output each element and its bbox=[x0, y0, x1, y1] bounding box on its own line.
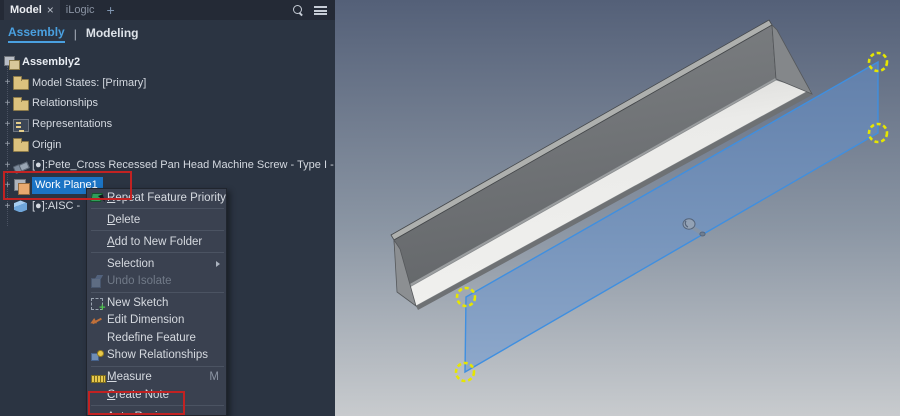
tab-model-label: Model bbox=[10, 4, 42, 16]
dim-icon bbox=[91, 314, 104, 327]
browser-view-tabs: Assembly | Modeling bbox=[0, 20, 335, 48]
menu-item-undo-isolate: Undo Isolate bbox=[87, 272, 226, 289]
menu-item-label: Show Relationships bbox=[107, 349, 209, 362]
menu-item-redefine-feature[interactable]: Redefine Feature bbox=[87, 329, 226, 346]
menu-item-label: Delete bbox=[107, 213, 141, 226]
tree-row-relationships[interactable]: + Relationships bbox=[0, 93, 335, 114]
graphics-viewport[interactable] bbox=[335, 0, 900, 416]
tree-item-label: Assembly2 bbox=[22, 56, 81, 69]
tree-row-assembly2[interactable]: Assembly2 bbox=[0, 52, 335, 73]
tree-item-label: [●]:AISC - bbox=[32, 200, 81, 213]
menu-separator bbox=[91, 208, 224, 210]
submenu-arrow-icon bbox=[216, 260, 220, 267]
tab-ilogic-label: iLogic bbox=[65, 4, 95, 16]
menu-item-label: Edit Dimension bbox=[107, 314, 185, 327]
expand-toggle-icon[interactable]: + bbox=[2, 160, 13, 171]
view-tab-separator: | bbox=[73, 27, 77, 41]
tab-assembly[interactable]: Assembly bbox=[8, 25, 65, 43]
tree-item-label: Model States: [Primary] bbox=[32, 76, 147, 89]
assembly-icon bbox=[3, 54, 20, 71]
document-tab-bar: Model × iLogic + bbox=[0, 0, 335, 20]
menu-separator bbox=[91, 291, 224, 293]
context-menu: Repeat Feature Priority Delete Add to Ne… bbox=[86, 188, 227, 416]
sketch-icon bbox=[90, 297, 106, 314]
menu-item-label: Measure bbox=[107, 371, 152, 384]
menu-item-delete[interactable]: Delete bbox=[87, 211, 226, 228]
rel-icon bbox=[90, 349, 104, 362]
menu-item-label: Redefine Feature bbox=[107, 331, 196, 344]
undoiso-icon bbox=[90, 275, 104, 288]
expand-toggle-icon[interactable]: + bbox=[2, 98, 13, 109]
annotation-red-box-autoresize bbox=[88, 391, 185, 415]
menu-item-shortcut: M bbox=[209, 371, 219, 384]
tree-item-label: Relationships bbox=[32, 97, 99, 110]
scene-svg bbox=[390, 19, 889, 383]
repr-icon bbox=[13, 118, 29, 132]
search-icon[interactable] bbox=[293, 4, 304, 16]
inventor-window: Model × iLogic + Assembly | Modeling Ass… bbox=[0, 0, 900, 416]
annotation-red-box-workplane bbox=[3, 171, 132, 200]
menu-item-add-to-new-folder[interactable]: Add to New Folder bbox=[87, 233, 226, 250]
folder-icon bbox=[13, 96, 29, 111]
folder-icon bbox=[13, 76, 29, 91]
screw-tip bbox=[699, 231, 706, 237]
menu-separator bbox=[91, 230, 224, 232]
new-tab-button[interactable]: + bbox=[101, 2, 121, 18]
expand-toggle-icon[interactable]: + bbox=[2, 119, 13, 130]
menu-item-label: New Sketch bbox=[107, 297, 169, 310]
menu-item-selection[interactable]: Selection bbox=[87, 255, 226, 272]
expand-toggle-icon[interactable]: + bbox=[2, 77, 13, 88]
menu-separator bbox=[91, 252, 224, 254]
menu-separator bbox=[91, 365, 224, 367]
cube-icon bbox=[13, 198, 29, 214]
model-browser-panel: Model × iLogic + Assembly | Modeling Ass… bbox=[0, 0, 335, 416]
tab-modeling[interactable]: Modeling bbox=[86, 26, 139, 42]
menu-item-measure[interactable]: Measure M bbox=[87, 368, 226, 385]
menu-item-edit-dimension[interactable]: Edit Dimension bbox=[87, 312, 226, 329]
expand-toggle-icon[interactable]: + bbox=[2, 139, 13, 150]
tree-item-label: Representations bbox=[32, 118, 113, 131]
menu-item-new-sketch[interactable]: New Sketch bbox=[87, 294, 226, 314]
menu-item-label: Undo Isolate bbox=[107, 275, 172, 288]
menu-icon[interactable] bbox=[314, 5, 327, 15]
tab-ilogic[interactable]: iLogic bbox=[60, 0, 101, 20]
menu-item-show-relationships[interactable]: Show Relationships bbox=[87, 347, 226, 364]
menu-item-label: Add to New Folder bbox=[107, 235, 203, 248]
menu-item-label: Selection bbox=[107, 257, 155, 270]
expand-toggle-icon[interactable]: + bbox=[2, 201, 13, 212]
measure-icon bbox=[90, 371, 106, 384]
tree-row-model-states-primary-[interactable]: + Model States: [Primary] bbox=[0, 73, 335, 94]
tree-row-origin[interactable]: + Origin bbox=[0, 134, 335, 155]
tree-item-label: Origin bbox=[32, 138, 62, 151]
close-icon[interactable]: × bbox=[47, 3, 54, 17]
folder-icon bbox=[13, 138, 29, 153]
tab-model[interactable]: Model × bbox=[4, 0, 60, 20]
tree-item-label: [●]:Pete_Cross Recessed Pan Head Machine… bbox=[32, 159, 335, 172]
tree-row-representations[interactable]: + Representations bbox=[0, 114, 335, 135]
